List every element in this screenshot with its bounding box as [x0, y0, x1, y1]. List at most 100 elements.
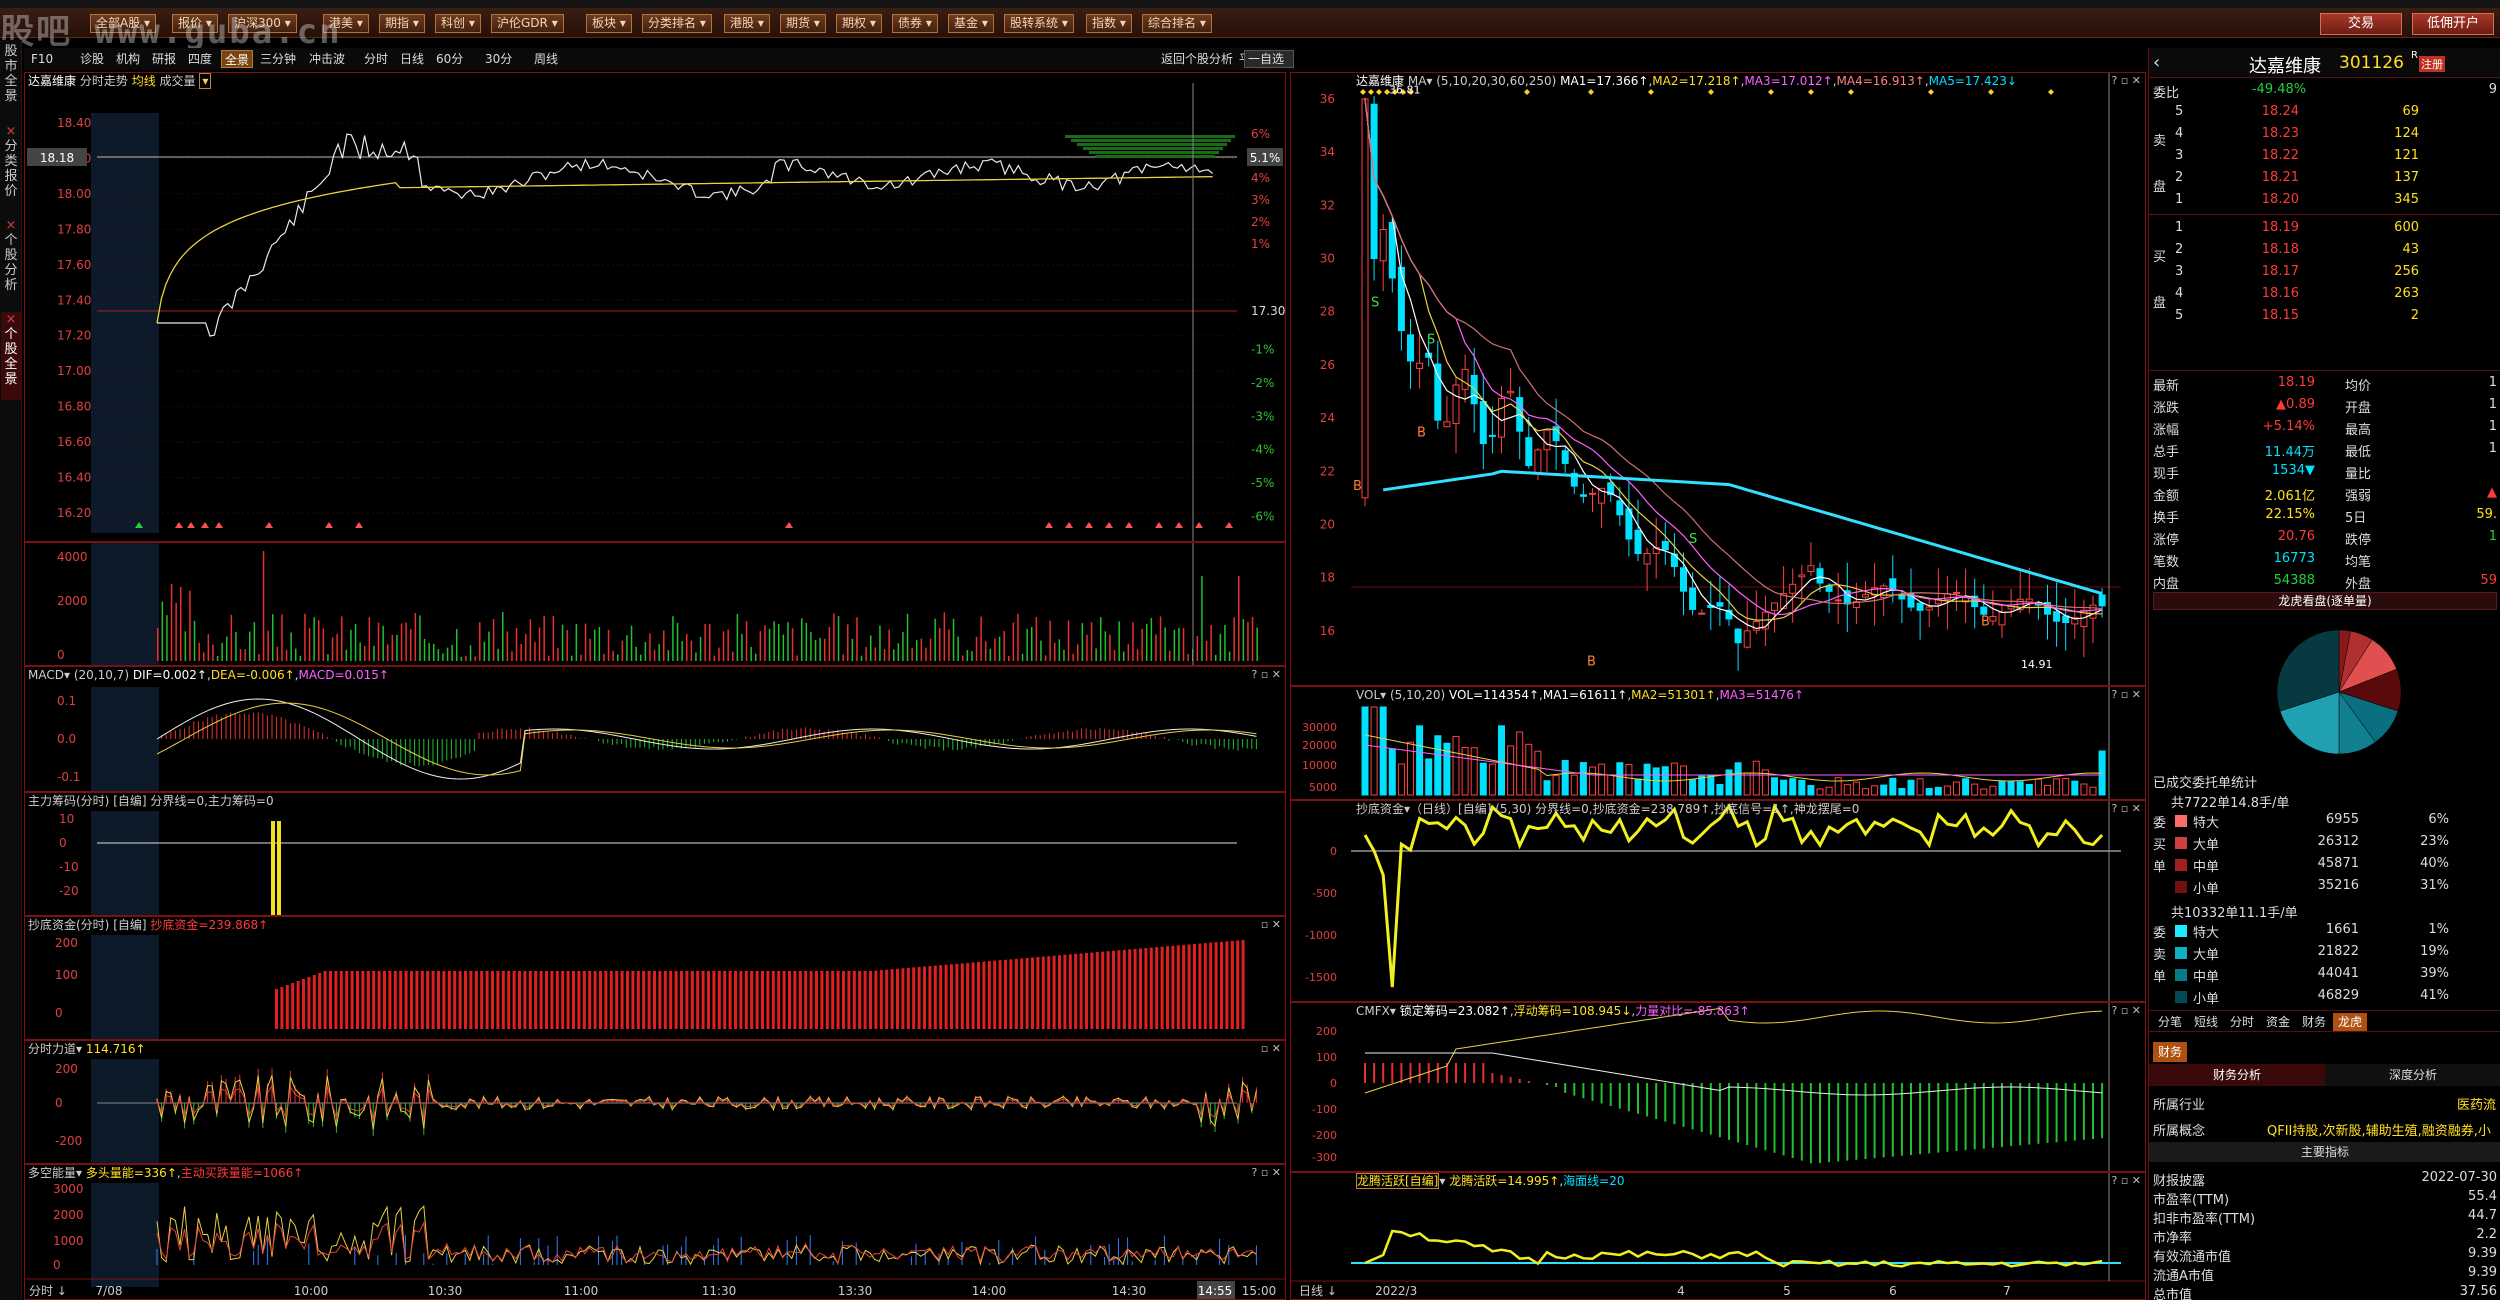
- intraday-chart[interactable]: 18.4018.2018.0017.8017.6017.4017.2017.00…: [25, 73, 1285, 541]
- daily-volume-bar: [1816, 788, 1824, 796]
- menu-item[interactable]: 科创 ▾: [435, 14, 481, 33]
- indicator-name[interactable]: 主力筹码(分时): [28, 794, 109, 808]
- indicator-name[interactable]: 分时力道: [28, 1042, 76, 1056]
- toolbar-item[interactable]: 日线: [397, 50, 427, 68]
- menu-item[interactable]: 沪伦GDR ▾: [491, 14, 564, 33]
- ask-price[interactable]: 18.20: [2219, 192, 2299, 210]
- bid-price[interactable]: 18.19: [2219, 220, 2299, 238]
- menu-item[interactable]: 股转系统 ▾: [1004, 14, 1074, 33]
- stat-value: 22.15%: [2265, 507, 2315, 522]
- side-tab-stock-analysis[interactable]: × 个股分析: [1, 218, 21, 306]
- daily-kline-chart[interactable]: 363432302826242220181636.8114.91BSSBSBB: [1291, 73, 2145, 685]
- panel-controls[interactable]: ▫ ✕: [1261, 918, 1281, 931]
- back-arrow-icon[interactable]: ‹: [2153, 52, 2160, 73]
- back-to-analysis-button[interactable]: 返回个股分析: [1158, 50, 1236, 68]
- lidao-panel: 分时力道▾ 114.716↑ ▫ ✕ 200 0 -200: [24, 1040, 1286, 1164]
- indicator-name[interactable]: VOL: [1356, 688, 1380, 702]
- panel-controls[interactable]: ? ▫ ✕: [2111, 688, 2141, 701]
- chaodi-intraday-chart[interactable]: 200 100 0: [25, 917, 1285, 1039]
- close-icon[interactable]: ×: [1, 218, 21, 233]
- menu-item[interactable]: 综合排名 ▾: [1142, 14, 1212, 33]
- menu-item[interactable]: 港股 ▾: [724, 14, 770, 33]
- menu-item[interactable]: 指数 ▾: [1086, 14, 1132, 33]
- ask-price[interactable]: 18.21: [2219, 170, 2299, 188]
- daily-volume-bar: [1598, 763, 1606, 796]
- dropdown-toggle-icon[interactable]: ▾: [199, 73, 212, 89]
- indicator-name[interactable]: MACD: [28, 668, 64, 682]
- indicator-name[interactable]: MA: [1408, 74, 1427, 88]
- indicator-name[interactable]: 多空能量: [28, 1166, 76, 1180]
- toolbar-item[interactable]: 诊股: [77, 50, 107, 68]
- chaodi-bar: [653, 971, 656, 1029]
- panel-controls[interactable]: ? ▫ ✕: [2111, 74, 2141, 87]
- close-icon[interactable]: ×: [1, 124, 21, 139]
- menu-item[interactable]: 分类排名 ▾: [642, 14, 712, 33]
- menu-item[interactable]: 期货 ▾: [780, 14, 826, 33]
- chaodi-daily-chart[interactable]: 0 -500 -1000 -1500: [1291, 801, 2145, 1001]
- duokong-chart[interactable]: 3000 2000 1000 0 7/08 10:00 10:30 11:00 11:30 13:…: [25, 1165, 1285, 1299]
- ask-price[interactable]: 18.24: [2219, 104, 2299, 122]
- open-account-button[interactable]: 低佣开户: [2412, 13, 2494, 35]
- deep-analysis-tab[interactable]: 深度分析: [2325, 1064, 2500, 1086]
- toolbar-item[interactable]: 四度: [185, 50, 215, 68]
- toolbar-item[interactable]: F10: [28, 50, 56, 68]
- panel-controls[interactable]: ? ▫ ✕: [2111, 1004, 2141, 1017]
- quote-tab[interactable]: 资金: [2261, 1013, 2295, 1031]
- menu-item[interactable]: 基金 ▾: [948, 14, 994, 33]
- daily-volume-bar: [1397, 763, 1405, 796]
- finance-analysis-tab[interactable]: 财务分析: [2149, 1064, 2325, 1086]
- panel-controls[interactable]: ? ▫ ✕: [1251, 1166, 1281, 1179]
- volume-bar: [856, 617, 858, 661]
- watchlist-dropdown[interactable]: 一自选 ▾: [1244, 50, 1294, 82]
- menu-item[interactable]: 债券 ▾: [892, 14, 938, 33]
- bid-price[interactable]: 18.16: [2219, 286, 2299, 304]
- quote-tab[interactable]: 短线: [2189, 1013, 2223, 1031]
- toolbar-item[interactable]: 机构: [113, 50, 143, 68]
- quote-tab[interactable]: 龙虎: [2333, 1013, 2367, 1031]
- toolbar-item[interactable]: 分时: [361, 50, 391, 68]
- toolbar-item[interactable]: 三分钟: [257, 50, 299, 68]
- menu-item[interactable]: 板块 ▾: [586, 14, 632, 33]
- macd-chart[interactable]: 0.1 0.0 -0.1: [25, 667, 1285, 791]
- quote-tab[interactable]: 分笔: [2153, 1013, 2187, 1031]
- side-tab-category-quotes[interactable]: × 分类报价: [1, 124, 21, 212]
- close-icon[interactable]: ×: [1, 312, 21, 327]
- zhuli-chart[interactable]: 10 0 -10 -20: [25, 793, 1285, 915]
- cmfx-floating: 浮动筹码=108.945↓: [1513, 1004, 1632, 1018]
- toolbar-item[interactable]: 30分: [482, 50, 515, 68]
- panel-controls[interactable]: ? ▫ ✕: [2111, 802, 2141, 815]
- menu-item[interactable]: 期权 ▾: [836, 14, 882, 33]
- quote-tab[interactable]: 分时: [2225, 1013, 2259, 1031]
- panel-controls[interactable]: ▫ ✕: [1261, 1042, 1281, 1055]
- daily-volume-bar: [1452, 735, 1460, 796]
- menu-item[interactable]: 期指 ▾: [379, 14, 425, 33]
- bid-price[interactable]: 18.15: [2219, 308, 2299, 326]
- longteng-chart[interactable]: 2022/3 4 5 6 7 日线 ↓: [1291, 1173, 2145, 1299]
- macd-dif: DIF=0.002↑: [132, 668, 207, 682]
- indicator-name[interactable]: 抄底资金: [1356, 802, 1404, 816]
- bid-price[interactable]: 18.18: [2219, 242, 2299, 260]
- industry-label: 所属行业: [2153, 1098, 2206, 1113]
- intraday-volume-chart[interactable]: 4000 2000 0: [25, 543, 1285, 665]
- panel-controls[interactable]: ? ▫ ✕: [2111, 1174, 2141, 1187]
- stat-value: 1: [2488, 397, 2497, 412]
- quote-tab[interactable]: 财务: [2297, 1013, 2331, 1031]
- toolbar-item[interactable]: 全景: [221, 50, 254, 68]
- indicator-name[interactable]: CMFX: [1356, 1004, 1390, 1018]
- ask-price[interactable]: 18.22: [2219, 148, 2299, 166]
- toolbar-item[interactable]: 冲击波: [306, 50, 348, 68]
- side-tab-stock-overview[interactable]: × 个股全景: [1, 312, 21, 400]
- bid-price[interactable]: 18.17: [2219, 264, 2299, 282]
- finance-tab[interactable]: 财务: [2153, 1042, 2187, 1062]
- cmfx-chart[interactable]: 200 100 0 -100 -200 -300: [1291, 1003, 2145, 1171]
- side-tab-market-overview[interactable]: 股市全景: [1, 44, 21, 116]
- toolbar-item[interactable]: 60分: [433, 50, 466, 68]
- indicator-name[interactable]: 龙腾活跃[自编]: [1356, 1173, 1440, 1189]
- trade-button[interactable]: 交易: [2320, 13, 2402, 35]
- ask-price[interactable]: 18.23: [2219, 126, 2299, 144]
- panel-controls[interactable]: ? ▫ ✕: [1251, 668, 1281, 681]
- toolbar-item[interactable]: 研报: [149, 50, 179, 68]
- lidao-chart[interactable]: 200 0 -200: [25, 1041, 1285, 1163]
- toolbar-item[interactable]: 周线: [531, 50, 561, 68]
- indicator-name[interactable]: 抄底资金(分时): [28, 918, 109, 932]
